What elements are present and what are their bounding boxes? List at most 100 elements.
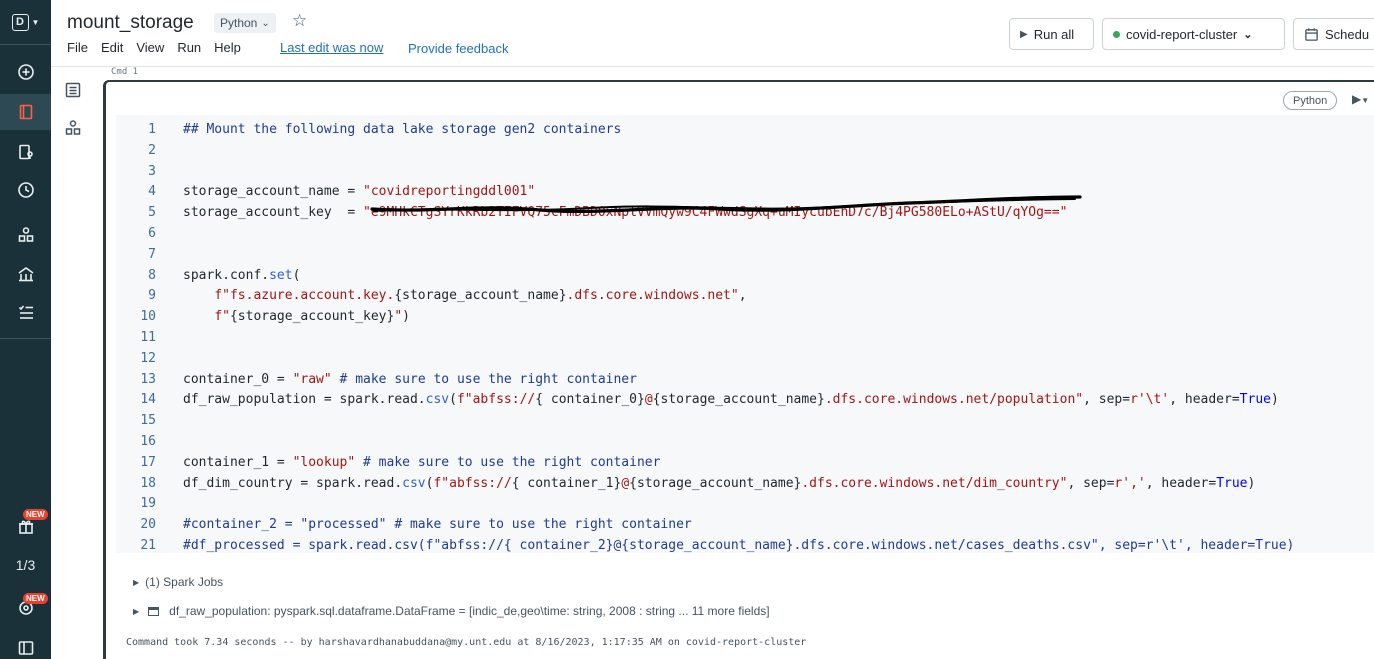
new-button[interactable]	[0, 54, 51, 90]
code-text: f"fs.azure.account.key.{storage_account_…	[214, 288, 747, 304]
menu-view[interactable]: View	[136, 40, 164, 55]
line-number: 12	[140, 350, 156, 366]
cluster-selector[interactable]: covid-report-cluster ⌄	[1102, 18, 1285, 50]
code-line[interactable]: 4 storage_account_name = "covidreportingd…	[116, 181, 1374, 202]
last-edit-link[interactable]: Last edit was now	[280, 40, 383, 55]
schedule-button[interactable]: Schedu	[1293, 18, 1374, 50]
code-line[interactable]: 14 df_raw_population = spark.read.csv(f"a…	[116, 389, 1374, 410]
code-line[interactable]: 6	[116, 223, 1374, 244]
play-icon: ▶	[1020, 28, 1028, 40]
code-text: ## Mount the following data lake storage…	[183, 122, 622, 137]
code-text: df_raw_population = spark.read.csv(f"abf…	[183, 392, 1279, 408]
code-line[interactable]: 5 storage_account_key = "e9MHkCTgSYrKkRb2…	[116, 202, 1374, 223]
dataframe-result-label: df_raw_population: pyspark.sql.dataframe…	[169, 604, 770, 618]
line-number: 8	[148, 267, 156, 283]
run-all-button[interactable]: ▶ Run all	[1009, 18, 1094, 50]
shapes-icon	[65, 120, 81, 135]
new-badge: NEW	[23, 509, 48, 520]
spark-jobs-toggle[interactable]: ▶ (1) Spark Jobs	[133, 575, 223, 589]
code-line[interactable]: 10 f"{storage_account_key}")	[116, 306, 1374, 327]
menu-bar: File Edit View Run Help	[67, 40, 241, 55]
compute-nav[interactable]	[0, 256, 51, 292]
line-number: 7	[148, 246, 156, 262]
code-line[interactable]: 8 spark.conf.set(	[116, 265, 1374, 286]
menu-help[interactable]: Help	[214, 40, 241, 55]
line-number: 3	[148, 163, 156, 179]
rail-divider	[0, 44, 51, 45]
code-text: storage_account_key = "e9MHkCTgSYrKkRb2T…	[183, 205, 1068, 221]
clock-icon	[17, 182, 34, 198]
recents-nav[interactable]	[0, 172, 51, 208]
spark-jobs-label: (1) Spark Jobs	[145, 575, 224, 589]
code-line[interactable]: 20 #container_2 = "processed" # make sure…	[116, 514, 1374, 535]
line-number: 11	[140, 330, 156, 345]
sidebar-toggle[interactable]	[0, 630, 51, 659]
code-line[interactable]: 13 container_0 = "raw" # make sure to use…	[116, 369, 1374, 390]
data-nav[interactable]	[0, 217, 51, 253]
line-number: 4	[148, 184, 156, 200]
chevron-down-icon: ▼	[1361, 96, 1370, 105]
line-number: 9	[148, 288, 156, 304]
menu-file[interactable]: File	[67, 40, 88, 55]
list-icon	[65, 82, 81, 98]
menu-run[interactable]: Run	[177, 40, 201, 55]
chevron-down-icon: ⌄	[1243, 28, 1253, 41]
code-line[interactable]: 18 df_dim_country = spark.read.csv(f"abfs…	[116, 473, 1374, 494]
play-icon: ▶	[1352, 92, 1362, 106]
workspace-logo-icon: D	[11, 13, 29, 31]
language-selector[interactable]: Python ⌄	[214, 13, 276, 33]
rail-divider-2	[0, 338, 51, 339]
command-duration: Command took 7.34 seconds -- by harshava…	[126, 637, 807, 648]
code-line[interactable]: 1 ## Mount the following data lake storag…	[116, 119, 1374, 140]
calendar-icon	[1305, 27, 1318, 41]
line-number: 20	[140, 517, 156, 533]
code-line[interactable]: 21 #df_processed = spark.read.csv(f"abfss…	[116, 535, 1374, 556]
code-text: #container_2 = "processed" # make sure t…	[183, 517, 692, 533]
cell-command-label: Cmd 1	[111, 67, 139, 77]
code-line[interactable]: 16	[116, 431, 1374, 452]
run-all-label: Run all	[1033, 26, 1075, 42]
code-text: f"{storage_account_key}")	[214, 309, 410, 325]
code-line[interactable]: 11	[116, 327, 1374, 348]
code-line[interactable]: 2	[116, 140, 1374, 161]
table-icon	[148, 606, 160, 616]
language-label: Python	[220, 16, 258, 30]
notebook-side-panel	[51, 67, 96, 659]
menu-edit[interactable]: Edit	[101, 40, 123, 55]
line-number: 2	[148, 142, 156, 158]
line-number: 5	[148, 205, 156, 221]
chevron-right-icon: ▶	[133, 577, 140, 587]
code-line[interactable]: 7	[116, 244, 1374, 265]
page-indicator[interactable]: 1/3	[0, 557, 51, 573]
code-text: storage_account_name = "covidreportingdd…	[183, 184, 536, 200]
workspace-nav[interactable]	[0, 94, 51, 130]
plus-circle-icon	[17, 64, 34, 80]
shapes-icon	[18, 227, 33, 242]
star-icon[interactable]: ☆	[292, 11, 307, 31]
code-line[interactable]: 19	[116, 493, 1374, 514]
code-line[interactable]: 9 f"fs.azure.account.key.{storage_accoun…	[116, 285, 1374, 306]
repo-icon	[18, 144, 33, 160]
workspace-switcher[interactable]: D ▼	[0, 4, 51, 40]
line-number: 6	[148, 226, 156, 241]
code-line[interactable]: 17 container_1 = "lookup" # make sure to …	[116, 452, 1374, 473]
cell-run-button[interactable]: ▶▼	[1352, 92, 1369, 106]
cell-language-badge[interactable]: Python	[1283, 91, 1338, 110]
code-line[interactable]: 15	[116, 410, 1374, 431]
sidebar-icon	[18, 641, 33, 655]
workflows-nav[interactable]	[0, 294, 51, 330]
dataframe-result-toggle[interactable]: ▶ df_raw_population: pyspark.sql.datafra…	[133, 604, 770, 618]
repos-nav[interactable]	[0, 134, 51, 170]
code-text: #df_processed = spark.read.csv(f"abfss:/…	[183, 538, 1295, 553]
notebook-title[interactable]: mount_storage	[67, 12, 194, 34]
chevron-right-icon: ▶	[133, 606, 140, 616]
code-line[interactable]: 12	[116, 348, 1374, 369]
data-panel-button[interactable]	[64, 119, 82, 137]
table-of-contents-button[interactable]	[64, 81, 82, 99]
feedback-link[interactable]: Provide feedback	[408, 41, 508, 56]
code-editor[interactable]: 1 ## Mount the following data lake storag…	[116, 115, 1374, 553]
code-line[interactable]: 3	[116, 161, 1374, 182]
line-number: 16	[140, 434, 156, 449]
left-rail: D ▼ NEW 1/3 NEW	[0, 0, 51, 659]
notebook-icon	[19, 104, 32, 120]
